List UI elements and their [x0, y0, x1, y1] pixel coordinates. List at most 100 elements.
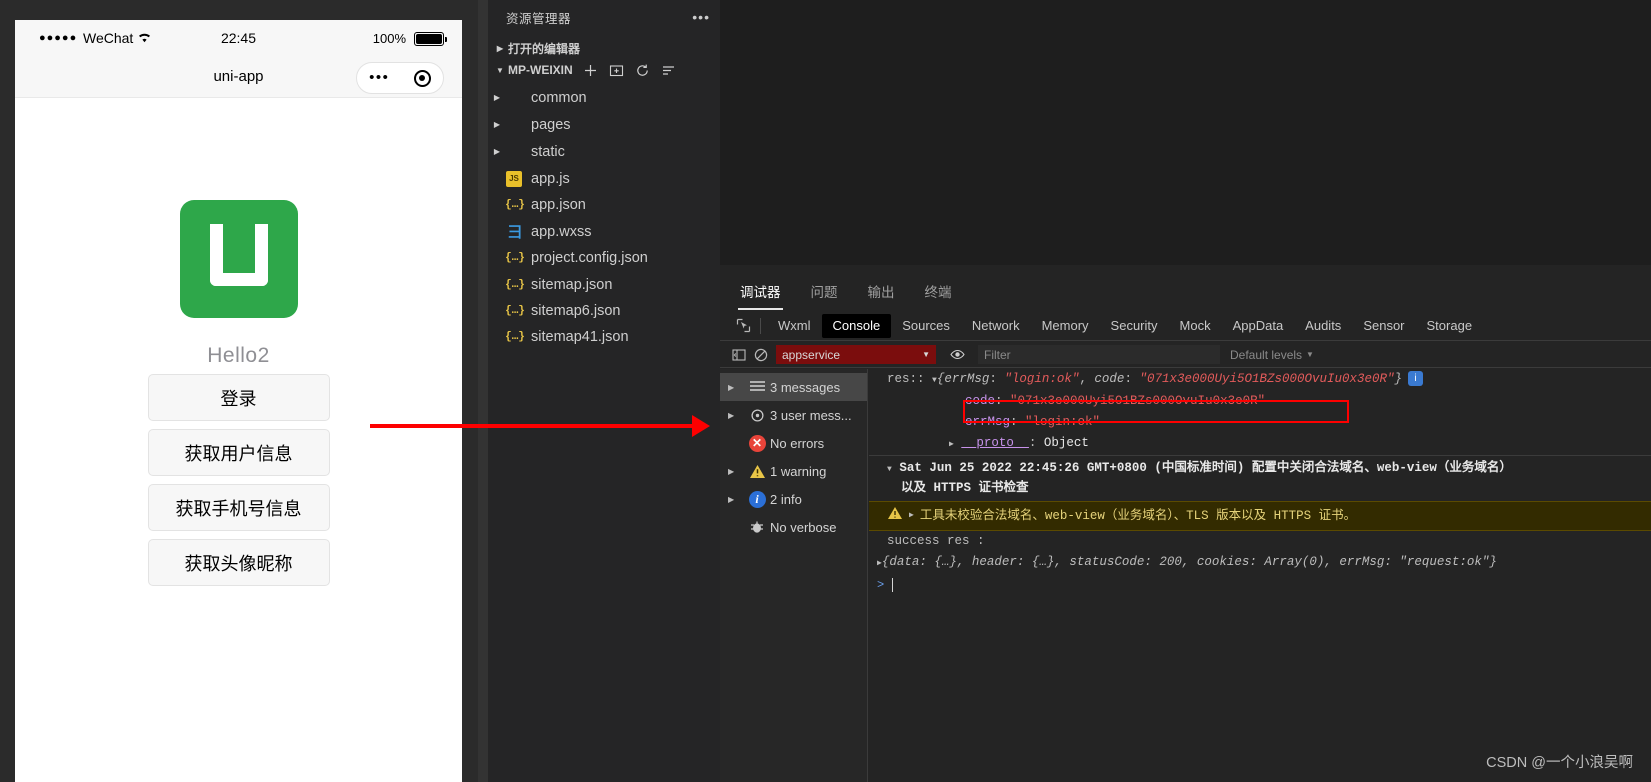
chevron-down-icon[interactable]: ▼	[1306, 350, 1314, 359]
tree-item-label: static	[531, 143, 565, 160]
tree-item-label: app.js	[531, 170, 570, 187]
app-button-list: 登录 获取用户信息 获取手机号信息 获取头像昵称	[15, 374, 462, 586]
tree-item-sitemap6-json[interactable]: {…} sitemap6.json	[488, 297, 720, 324]
new-folder-icon[interactable]	[609, 63, 624, 78]
collapse-all-icon[interactable]	[661, 63, 676, 78]
section-open-editors[interactable]: ▶ 打开的编辑器	[488, 36, 720, 60]
success-object-text: {data: {…}, header: {…}, statusCode: 200…	[881, 555, 1497, 569]
clear-console-icon[interactable]	[750, 345, 772, 365]
tree-item-label: project.config.json	[531, 249, 648, 266]
chevron-right-icon[interactable]: ▶	[488, 147, 506, 156]
chevron-right-icon[interactable]: ▶	[728, 495, 744, 504]
counts-item-label: 2 info	[770, 491, 802, 507]
counts-item-errors[interactable]: ✕ No errors	[720, 429, 867, 457]
counts-item-info[interactable]: ▶ i 2 info	[720, 485, 867, 513]
tab-sensor[interactable]: Sensor	[1352, 314, 1415, 338]
log-entry-proto[interactable]: ▶ __proto__: Object	[869, 433, 1651, 455]
execution-context-select[interactable]: appservice ▼	[776, 345, 936, 364]
log-entry-success-object[interactable]: ▶{data: {…}, header: {…}, statusCode: 20…	[869, 552, 1651, 574]
login-button[interactable]: 登录	[147, 374, 330, 421]
tree-item-app-wxss[interactable]: 彐 app.wxss	[488, 218, 720, 245]
arrow-shaft	[370, 424, 695, 428]
simulator-status-bar: ●●●●● WeChat 22:45 100%	[15, 20, 462, 58]
explorer-more-icon[interactable]: •••	[692, 9, 710, 25]
tree-item-app-js[interactable]: JS app.js	[488, 165, 720, 192]
tree-item-static[interactable]: ▶ static	[488, 138, 720, 165]
tree-item-pages[interactable]: ▶ pages	[488, 111, 720, 138]
counts-item-verbose[interactable]: No verbose	[720, 513, 867, 541]
activity-bar[interactable]	[478, 0, 488, 782]
chevron-down-icon[interactable]: ▼	[887, 465, 892, 474]
tab-wxml[interactable]: Wxml	[767, 314, 822, 338]
value-code: "071x3e000Uyi5O1BZs000OvuIu0x3e0R"	[1139, 372, 1395, 386]
get-userinfo-button[interactable]: 获取用户信息	[147, 429, 330, 476]
log-level-select[interactable]: Default levels ▼	[1230, 348, 1314, 362]
tree-item-label: pages	[531, 116, 571, 133]
console-prompt[interactable]: >	[869, 574, 1651, 592]
counts-item-user-messages[interactable]: ▶ 3 user mess...	[720, 401, 867, 429]
console-sidebar-icon[interactable]	[728, 345, 750, 365]
counts-item-label: 3 user mess...	[770, 407, 852, 423]
tab-network[interactable]: Network	[961, 314, 1031, 338]
chevron-right-icon[interactable]: ▶	[488, 93, 506, 102]
key-errmsg: errMsg	[944, 372, 990, 386]
chevron-right-icon[interactable]: ▶	[728, 383, 744, 392]
new-file-icon[interactable]	[583, 63, 598, 78]
chevron-right-icon[interactable]: ▶	[728, 467, 744, 476]
chevron-right-icon[interactable]: ▶	[492, 44, 508, 53]
watermark-label: CSDN @一个小浪吴啊	[1486, 755, 1633, 771]
tab-debugger[interactable]: 调试器	[738, 281, 782, 310]
tab-storage[interactable]: Storage	[1416, 314, 1484, 338]
devtools-outer-tabs: 调试器 问题 输出 终端	[720, 277, 952, 311]
live-expression-icon[interactable]	[946, 345, 968, 365]
tab-audits[interactable]: Audits	[1294, 314, 1352, 338]
tab-console[interactable]: Console	[821, 313, 892, 338]
tree-item-sitemap41-json[interactable]: {…} sitemap41.json	[488, 323, 720, 350]
refresh-icon[interactable]	[635, 63, 650, 78]
log-prefix: res::	[887, 372, 925, 386]
tree-item-app-json[interactable]: {…} app.json	[488, 191, 720, 218]
inspect-element-icon[interactable]	[730, 315, 756, 337]
get-phone-button[interactable]: 获取手机号信息	[147, 484, 330, 531]
tab-terminal[interactable]: 终端	[925, 281, 952, 307]
warning-triangle-icon	[887, 506, 903, 526]
explorer-title: 资源管理器	[506, 11, 572, 26]
section-mp-weixin-label: MP-WEIXIN	[508, 63, 573, 77]
tab-memory[interactable]: Memory	[1031, 314, 1100, 338]
tab-output[interactable]: 输出	[868, 281, 895, 307]
tab-mock[interactable]: Mock	[1169, 314, 1222, 338]
tree-item-sitemap-json[interactable]: {…} sitemap.json	[488, 271, 720, 298]
battery-percent-label: 100%	[372, 31, 406, 46]
chevron-right-icon[interactable]: ▶	[909, 507, 914, 525]
folder-icon	[506, 143, 524, 161]
get-avatar-nickname-button[interactable]: 获取头像昵称	[147, 539, 330, 586]
chevron-right-icon[interactable]: ▶	[728, 411, 744, 420]
tab-sources[interactable]: Sources	[891, 314, 961, 338]
tab-problems[interactable]: 问题	[811, 281, 838, 307]
warning-icon	[744, 464, 770, 479]
chevron-down-icon[interactable]: ▼	[922, 350, 930, 359]
chevron-right-icon[interactable]: ▶	[488, 120, 506, 129]
tab-security[interactable]: Security	[1100, 314, 1169, 338]
obj-close: }	[1394, 372, 1403, 386]
wechat-capsule-button[interactable]: •••	[356, 62, 444, 94]
tab-appdata[interactable]: AppData	[1222, 314, 1295, 338]
log-entry-date-group[interactable]: ▼ Sat Jun 25 2022 22:45:26 GMT+0800 (中国标…	[869, 455, 1651, 501]
chevron-right-icon[interactable]: ▶	[949, 440, 954, 449]
javascript-file-icon: JS	[506, 170, 524, 188]
console-filter-input[interactable]: Filter	[978, 345, 1220, 364]
counts-item-warnings[interactable]: ▶ 1 warning	[720, 457, 867, 485]
counts-item-messages[interactable]: ▶ 3 messages	[720, 373, 867, 401]
section-mp-weixin[interactable]: ▼ MP-WEIXIN	[488, 58, 720, 82]
target-icon[interactable]	[413, 69, 431, 87]
divider	[760, 317, 761, 334]
tree-item-common[interactable]: ▶ common	[488, 84, 720, 111]
chevron-down-icon[interactable]: ▼	[492, 66, 508, 75]
tree-item-project-config-json[interactable]: {…} project.config.json	[488, 244, 720, 271]
log-entry-warning[interactable]: ▶ 工具未校验合法域名、web-view（业务域名）、TLS 版本以及 HTTP…	[869, 501, 1651, 531]
warning-text: 工具未校验合法域名、web-view（业务域名）、TLS 版本以及 HTTPS …	[919, 509, 1357, 523]
more-icon[interactable]: •••	[369, 70, 389, 85]
key-proto[interactable]: __proto__	[961, 436, 1029, 450]
folder-icon	[506, 89, 524, 107]
log-entry-res[interactable]: res:: ▼{errMsg: "login:ok", code: "071x3…	[869, 369, 1651, 391]
